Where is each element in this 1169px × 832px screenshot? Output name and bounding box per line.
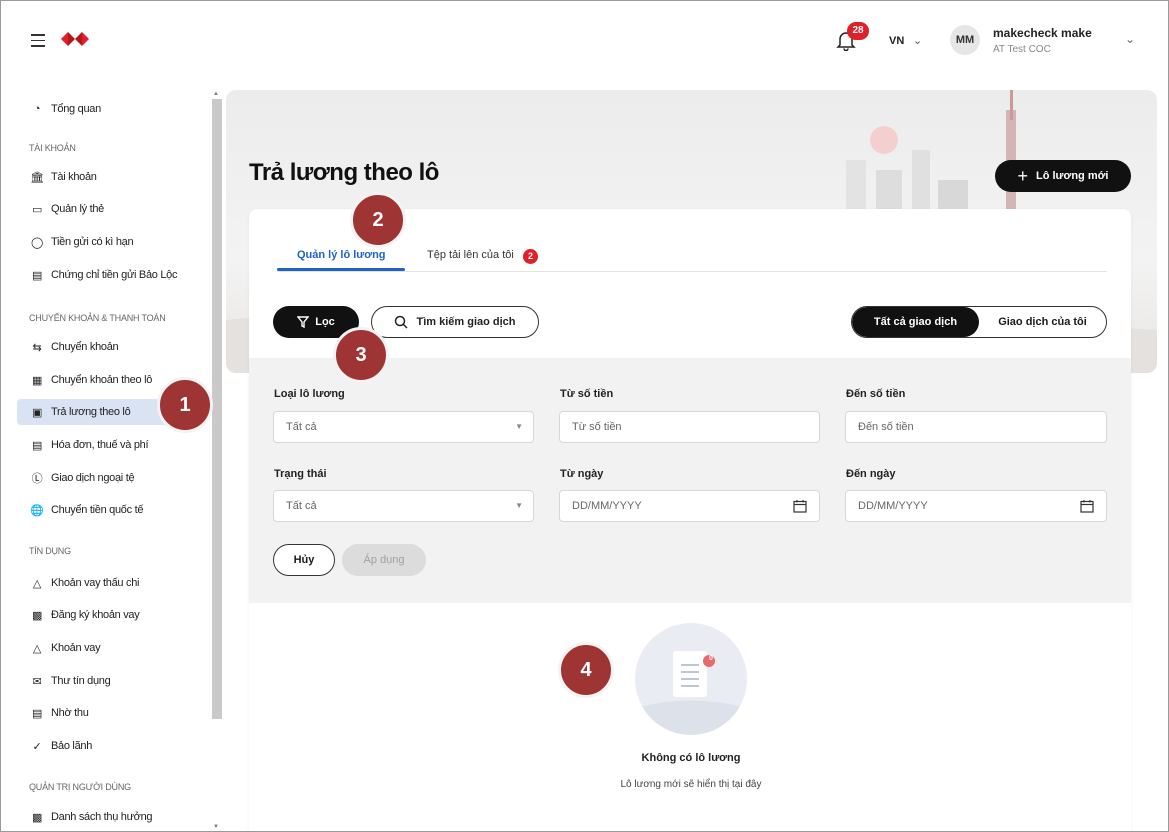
to-date-label: Đến ngày xyxy=(846,468,896,480)
search-icon xyxy=(395,315,409,329)
from-date-label: Từ ngày xyxy=(560,468,604,480)
status-select[interactable]: Tất cả ▼ xyxy=(273,490,534,522)
language-selector[interactable]: VN xyxy=(889,35,904,47)
callout-marker-2: 2 xyxy=(350,192,406,248)
transaction-scope-toggle: Tất cả giao dịch Giao dịch của tôi xyxy=(851,306,1107,338)
user-organization: AT Test COC xyxy=(993,44,1051,55)
apply-button[interactable]: Áp dụng xyxy=(342,544,426,576)
new-batch-button[interactable]: + Lô lương mới xyxy=(995,160,1131,192)
sidebar-item-international-transfer[interactable]: 🌐 Chuyển tiền quốc tế xyxy=(17,497,207,523)
empty-state-illustration xyxy=(635,623,747,735)
globe-icon: 🌐 xyxy=(30,504,44,517)
calendar-icon[interactable] xyxy=(1080,499,1094,513)
money-bag-icon: △ xyxy=(32,577,42,590)
loan-register-icon: ▩ xyxy=(31,609,43,622)
from-amount-label: Từ số tiền xyxy=(560,388,614,400)
page-title: Trả lương theo lô xyxy=(249,159,439,186)
loan-icon: △ xyxy=(32,642,42,655)
sidebar-item-beneficiaries[interactable]: ▩ Danh sách thụ hưởng xyxy=(17,804,207,830)
sidebar-item-transfer[interactable]: ⇆ Chuyển khoản xyxy=(17,334,207,360)
top-bar: 28 VN ⌄ MM makecheck make AT Test COC ⌄ xyxy=(1,1,1168,85)
cancel-button[interactable]: Hủy xyxy=(273,544,335,576)
sidebar-item-bills[interactable]: ▤ Hóa đơn, thuế và phí xyxy=(17,432,207,458)
guarantee-icon: ✓ xyxy=(32,740,42,753)
fx-icon: Ⓛ xyxy=(31,473,43,485)
calendar-icon: ▣ xyxy=(31,406,43,419)
collection-icon: ▤ xyxy=(31,707,43,720)
filter-icon xyxy=(297,316,310,328)
certificate-icon: ▤ xyxy=(31,269,43,282)
to-amount-label: Đến số tiền xyxy=(846,388,906,400)
beneficiary-icon: ▩ xyxy=(31,811,43,824)
card-icon: ▭ xyxy=(31,203,43,216)
user-name: makecheck make xyxy=(993,26,1092,40)
callout-marker-3: 3 xyxy=(333,327,389,383)
callout-marker-1: 1 xyxy=(157,377,213,433)
sidebar-item-overdraft[interactable]: △ Khoản vay thấu chi xyxy=(17,570,207,596)
empty-state-subtitle: Lô lương mới sẽ hiển thị tại đây xyxy=(620,779,762,790)
bank-logo-icon[interactable] xyxy=(61,29,89,49)
sidebar-item-account[interactable]: 🏛 Tài khoản xyxy=(17,164,207,190)
piggy-icon: ◯ xyxy=(30,236,43,249)
scroll-down-arrow-icon[interactable]: ▼ xyxy=(213,824,219,830)
chevron-down-icon[interactable]: ⌄ xyxy=(913,34,922,47)
scroll-up-arrow-icon[interactable]: ▲ xyxy=(213,91,219,97)
sidebar-item-certificate[interactable]: ▤ Chứng chỉ tiền gửi Bảo Lộc xyxy=(17,262,207,288)
bill-icon: ▤ xyxy=(31,439,43,452)
bank-icon: 🏛 xyxy=(30,171,44,184)
sidebar-scrollbar[interactable] xyxy=(212,99,222,719)
plus-icon: + xyxy=(1017,166,1028,186)
table-icon: ▦ xyxy=(31,374,43,387)
transfer-icon: ⇆ xyxy=(32,341,42,354)
filter-label: Lọc xyxy=(315,316,335,328)
new-batch-label: Lô lương mới xyxy=(1036,170,1109,182)
calendar-icon[interactable] xyxy=(793,499,807,513)
search-transactions-button[interactable]: Tìm kiếm giao dịch xyxy=(371,306,539,338)
sidebar-item-letter-of-credit[interactable]: ✉ Thư tín dụng xyxy=(17,668,207,694)
search-label: Tìm kiếm giao dịch xyxy=(416,316,516,328)
sidebar-item-term-deposit[interactable]: ◯ Tiền gửi có kì hạn xyxy=(17,229,207,255)
tab-manage-batches[interactable]: Quản lý lô lương xyxy=(297,249,386,261)
sidebar-item-guarantee[interactable]: ✓ Bảo lãnh xyxy=(17,733,207,759)
chevron-down-icon[interactable]: ⌄ xyxy=(1125,32,1135,46)
menu-icon[interactable] xyxy=(31,34,45,51)
sidebar-item-collection[interactable]: ▤ Nhờ thu xyxy=(17,700,207,726)
sidebar-section-account: TÀI KHOẢN xyxy=(29,143,76,153)
segment-my-transactions[interactable]: Giao dịch của tôi xyxy=(979,307,1106,337)
avatar[interactable]: MM xyxy=(950,25,980,55)
sidebar-item-cards[interactable]: ▭ Quản lý thẻ xyxy=(17,196,207,222)
to-date-input[interactable]: DD/MM/YYYY xyxy=(845,490,1107,522)
sidebar-item-fx[interactable]: Ⓛ Giao dịch ngoại tệ xyxy=(17,465,207,491)
active-tab-indicator xyxy=(277,268,405,271)
tab-my-uploads[interactable]: Tệp tải lên của tôi xyxy=(427,249,514,261)
segment-all-transactions[interactable]: Tất cả giao dịch xyxy=(852,307,979,337)
sidebar-item-loan[interactable]: △ Khoản vay xyxy=(17,635,207,661)
caret-down-icon: ▼ xyxy=(515,501,523,510)
empty-state-title: Không có lô lương xyxy=(641,752,741,764)
callout-marker-4: 4 xyxy=(558,642,614,698)
from-date-input[interactable]: DD/MM/YYYY xyxy=(559,490,820,522)
sidebar-item-loan-register[interactable]: ▩ Đăng ký khoản vay xyxy=(17,602,207,628)
notification-badge: 28 xyxy=(847,22,869,40)
app-window: 28 VN ⌄ MM makecheck make AT Test COC ⌄ … xyxy=(0,0,1169,832)
sidebar-section-user-admin: QUẢN TRỊ NGƯỜI DÙNG xyxy=(29,782,131,792)
letter-icon: ✉ xyxy=(32,675,42,688)
caret-down-icon: ▼ xyxy=(515,422,523,431)
from-amount-input[interactable]: Từ số tiền xyxy=(559,411,820,443)
document-icon xyxy=(635,651,747,735)
uploads-badge: 2 xyxy=(523,249,538,264)
batch-type-label: Loại lô lương xyxy=(274,388,345,400)
status-label: Trạng thái xyxy=(274,468,327,480)
sidebar-item-overview[interactable]: ◔ Tổng quan xyxy=(17,96,207,122)
sidebar-section-credit: TÍN DỤNG xyxy=(29,546,71,556)
sidebar-section-transfer: CHUYỂN KHOẢN & THANH TOÁN xyxy=(29,313,166,323)
empty-count-badge: 0 xyxy=(709,655,713,662)
pie-chart-icon: ◔ xyxy=(33,103,41,115)
to-amount-input[interactable]: Đến số tiền xyxy=(845,411,1107,443)
batch-type-select[interactable]: Tất cả ▼ xyxy=(273,411,534,443)
